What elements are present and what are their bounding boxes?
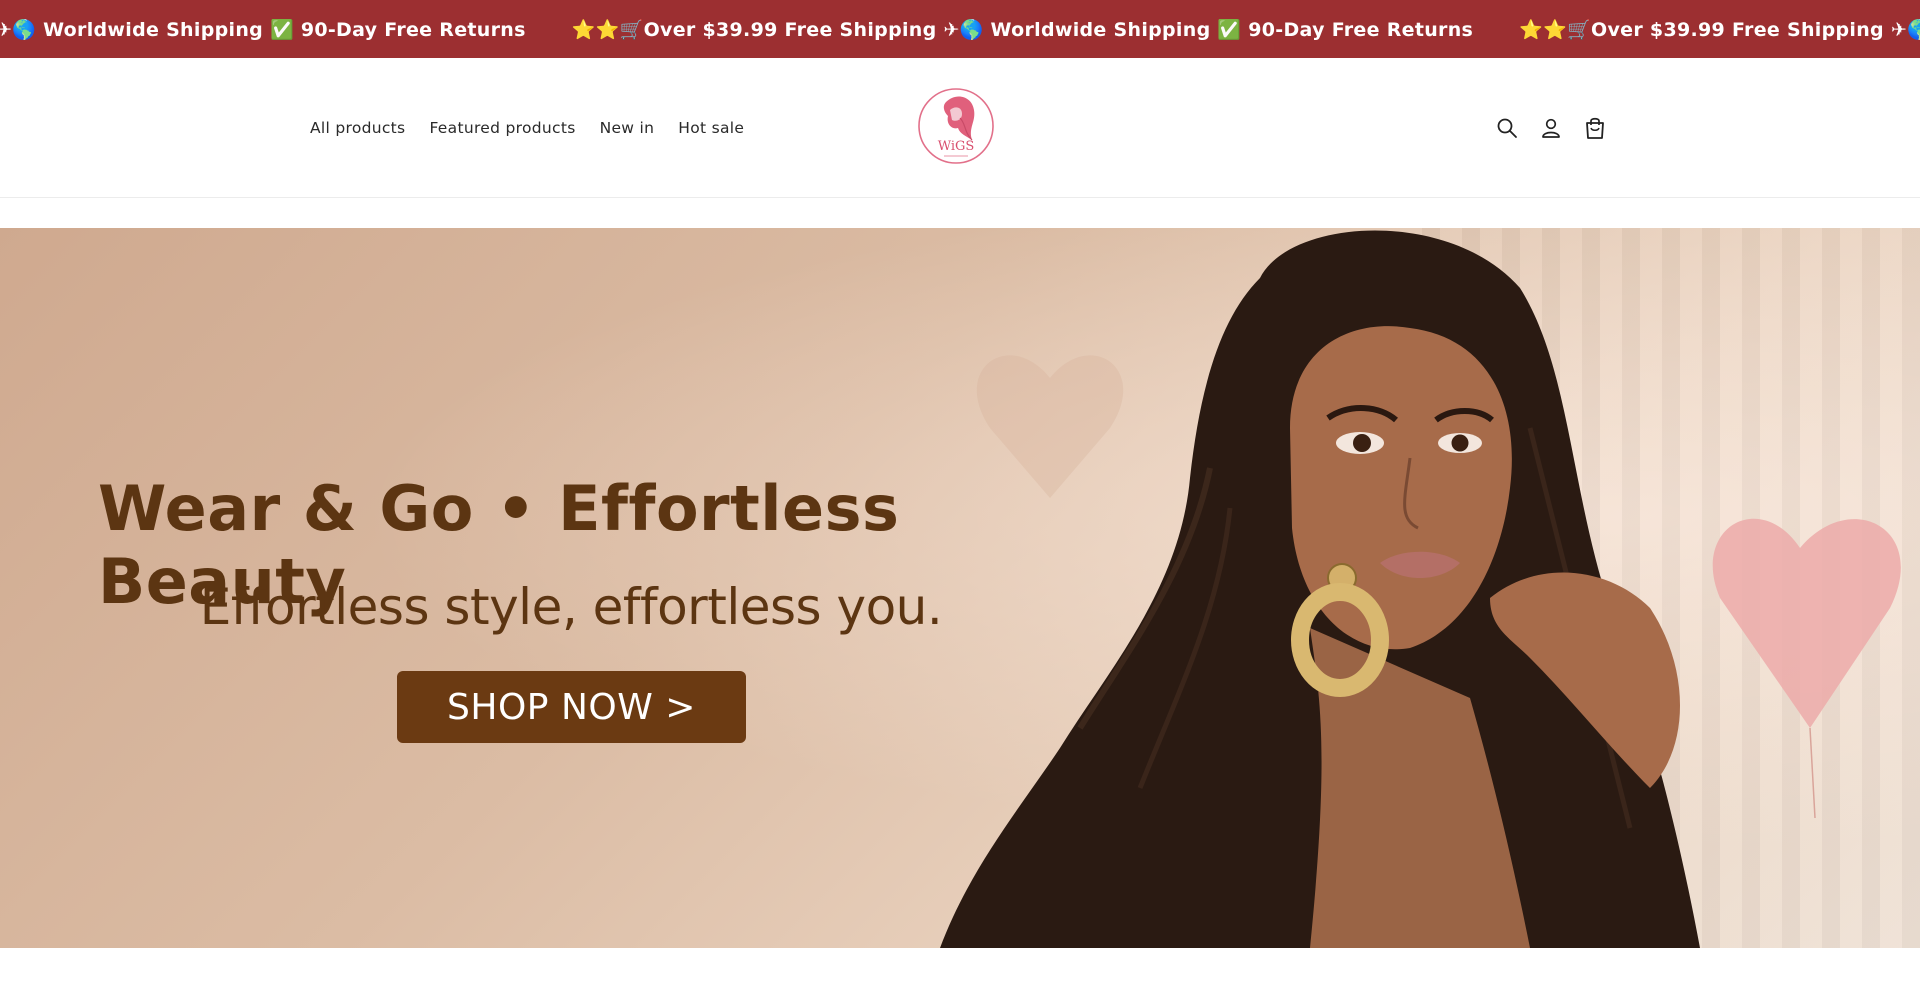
- header-icons: [1496, 58, 1606, 198]
- nav-featured-products[interactable]: Featured products: [429, 119, 575, 137]
- announcement-item: ⭐⭐🛒Over $39.99 Free Shipping ✈🌎 Worldwid…: [571, 18, 1474, 41]
- announcement-item: ⭐⭐🛒Over $39.99 Free Shipping ✈🌎 Worldwid…: [1519, 18, 1920, 41]
- wigs-logo-icon: WiGS: [918, 88, 994, 164]
- main-nav: All products Featured products New in Ho…: [310, 58, 744, 198]
- hero-banner: Wear & Go • Effortless Beauty Effortless…: [0, 228, 1920, 948]
- nav-all-products[interactable]: All products: [310, 119, 405, 137]
- search-icon[interactable]: [1496, 116, 1518, 140]
- svg-text:WiGS: WiGS: [938, 139, 975, 154]
- shop-now-button[interactable]: SHOP NOW >: [397, 671, 746, 743]
- site-logo[interactable]: WiGS: [916, 84, 996, 170]
- cart-icon[interactable]: [1584, 116, 1606, 140]
- heart-balloon-icon: [1712, 518, 1901, 728]
- nav-hot-sale[interactable]: Hot sale: [678, 119, 744, 137]
- nav-new-in[interactable]: New in: [600, 119, 655, 137]
- account-icon[interactable]: [1540, 116, 1562, 140]
- announcement-bar: ✈🌎 Worldwide Shipping ✅ 90-Day Free Retu…: [0, 0, 1920, 58]
- hero-subtitle: Effortless style, effortless you.: [199, 578, 943, 636]
- site-header: All products Featured products New in Ho…: [0, 58, 1920, 198]
- announcement-item: ✈🌎 Worldwide Shipping ✅ 90-Day Free Retu…: [0, 18, 526, 41]
- announcement-marquee: ✈🌎 Worldwide Shipping ✅ 90-Day Free Retu…: [0, 0, 1920, 58]
